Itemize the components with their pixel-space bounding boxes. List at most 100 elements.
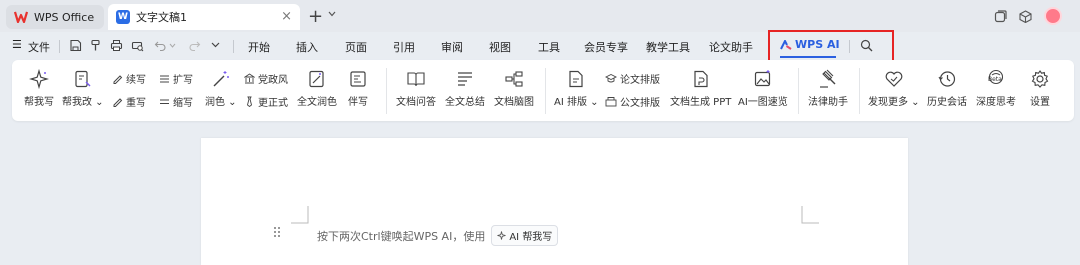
chevron-down-icon[interactable] <box>328 10 336 20</box>
shorten-write-button[interactable]: 缩写 <box>158 94 193 109</box>
title-bar: WPS Office W 文字文稿1 × + <box>0 0 1080 32</box>
menu-paper-assistant[interactable]: 论文助手 <box>709 39 753 55</box>
undo-icon[interactable] <box>153 38 167 52</box>
summary-icon <box>454 68 476 90</box>
menu-insert[interactable]: 插入 <box>296 39 318 55</box>
summary-label: 全文总结 <box>445 97 485 108</box>
beta-badge: Beta <box>988 76 1002 83</box>
cube-icon[interactable] <box>1017 8 1033 24</box>
print-icon[interactable] <box>109 38 123 52</box>
window-list-icon[interactable] <box>992 8 1008 24</box>
deep-think-label: 深度思考 <box>976 97 1016 108</box>
menu-reference[interactable]: 引用 <box>393 39 415 55</box>
tab-document[interactable]: W 文字文稿1 × <box>108 4 300 30</box>
menu-start[interactable]: 开始 <box>248 39 270 55</box>
ai-hint: 按下两次Ctrl键唤起WPS AI，使用 AI 帮我写 <box>317 225 559 246</box>
rewrite-button[interactable]: 重写 <box>111 94 146 109</box>
paper-layout-button[interactable]: 论文排版 <box>605 71 660 86</box>
polish-button[interactable]: 润色 ⌄ <box>205 68 237 108</box>
ppt-doc-icon <box>690 68 712 90</box>
doc-qa-button[interactable]: 文档问答 <box>396 68 436 108</box>
heart-icon <box>883 68 905 90</box>
margin-corner-left <box>291 206 309 224</box>
print-preview-icon[interactable] <box>130 38 144 52</box>
continue-write-button[interactable]: 续写 <box>111 71 146 86</box>
menu-review[interactable]: 审阅 <box>441 39 463 55</box>
sparkle-icon <box>28 68 50 90</box>
history-button[interactable]: 历史会话 <box>927 68 967 108</box>
summary-button[interactable]: 全文总结 <box>445 68 485 108</box>
legal-assistant-button[interactable]: 法律助手 <box>808 68 848 108</box>
quick-access-dropdown-icon[interactable] <box>208 38 222 52</box>
undo-dropdown-icon[interactable] <box>168 38 176 52</box>
political-style-button[interactable]: 党政风 <box>243 71 288 86</box>
ai-hint-text: 按下两次Ctrl键唤起WPS AI，使用 <box>317 229 486 243</box>
companion-write-icon <box>347 68 369 90</box>
user-avatar[interactable] <box>1044 7 1062 25</box>
companion-write-button[interactable]: 伴写 <box>347 68 369 108</box>
discover-more-button[interactable]: 发现更多 ⌄ <box>868 68 920 108</box>
edit-doc-icon <box>72 68 94 90</box>
tie-icon <box>243 96 255 108</box>
generate-ppt-button[interactable]: 文档生成 PPT <box>670 68 731 108</box>
discover-more-label: 发现更多 ⌄ <box>868 97 920 108</box>
more-formal-button[interactable]: 更正式 <box>243 94 288 109</box>
menu-file[interactable]: 文件 <box>28 39 50 55</box>
ai-write-chip[interactable]: AI 帮我写 <box>491 225 559 246</box>
gear-icon <box>1029 68 1051 90</box>
ai-layout-label: AI 排版 ⌄ <box>554 97 599 108</box>
ai-layout-button[interactable]: AI 排版 ⌄ <box>554 68 599 108</box>
graduation-cap-icon <box>605 73 617 85</box>
magic-wand-icon <box>210 68 232 90</box>
deep-think-button[interactable]: Beta 深度思考 <box>976 68 1016 108</box>
menu-tools[interactable]: 工具 <box>538 39 560 55</box>
write-for-me-button[interactable]: 帮我写 <box>24 68 54 108</box>
edit-for-me-label: 帮我改 ⌄ <box>62 97 104 108</box>
ai-image-overview-button[interactable]: AI一图速览 <box>738 68 788 108</box>
edit-for-me-button[interactable]: 帮我改 ⌄ <box>62 68 104 108</box>
layout-doc-icon <box>565 68 587 90</box>
mindmap-icon <box>503 68 525 90</box>
document-page[interactable]: 按下两次Ctrl键唤起WPS AI，使用 AI 帮我写 <box>201 138 908 265</box>
polish-doc-icon <box>306 68 328 90</box>
expand-lines-icon <box>158 73 170 85</box>
separator <box>545 68 546 114</box>
mindmap-button[interactable]: 文档脑图 <box>494 68 534 108</box>
settings-label: 设置 <box>1030 97 1050 108</box>
generate-ppt-label: 文档生成 PPT <box>670 97 732 108</box>
close-tab-icon[interactable]: × <box>281 9 292 24</box>
new-tab-button[interactable]: + <box>308 6 323 27</box>
drag-handle-icon[interactable] <box>273 226 281 238</box>
pen-icon <box>111 96 123 108</box>
settings-button[interactable]: 设置 <box>1029 68 1051 108</box>
menu-bar: ☰ 文件 开始 插入 页面 引用 审阅 视图 工具 会员专享 教学工具 论文助手… <box>0 32 1080 60</box>
menu-view[interactable]: 视图 <box>489 39 511 55</box>
writer-doc-icon: W <box>116 10 130 24</box>
tab-document-label: 文字文稿1 <box>136 11 187 24</box>
margin-corner-right <box>801 206 819 224</box>
companion-write-label: 伴写 <box>348 97 368 108</box>
menu-member[interactable]: 会员专享 <box>584 39 628 55</box>
mindmap-label: 文档脑图 <box>494 97 534 108</box>
image-sparkle-icon <box>752 68 774 90</box>
official-doc-icon <box>605 96 617 108</box>
menu-icon[interactable]: ☰ <box>12 38 22 51</box>
menu-teaching-tools[interactable]: 教学工具 <box>646 39 690 55</box>
emblem-icon <box>243 73 255 85</box>
menu-page[interactable]: 页面 <box>345 39 367 55</box>
redo-icon[interactable] <box>187 38 201 52</box>
official-layout-button[interactable]: 公文排版 <box>605 94 660 109</box>
tab-wps-office[interactable]: WPS Office <box>6 5 104 29</box>
book-icon <box>405 68 427 90</box>
separator <box>798 68 799 114</box>
format-painter-icon[interactable] <box>88 38 102 52</box>
separator <box>59 40 60 53</box>
save-icon[interactable] <box>68 38 82 52</box>
expand-write-button[interactable]: 扩写 <box>158 71 193 86</box>
history-label: 历史会话 <box>927 97 967 108</box>
shorten-lines-icon <box>158 96 170 108</box>
separator <box>859 68 860 114</box>
full-polish-button[interactable]: 全文润色 <box>297 68 337 108</box>
separator <box>233 40 234 53</box>
polish-label: 润色 ⌄ <box>205 97 237 108</box>
